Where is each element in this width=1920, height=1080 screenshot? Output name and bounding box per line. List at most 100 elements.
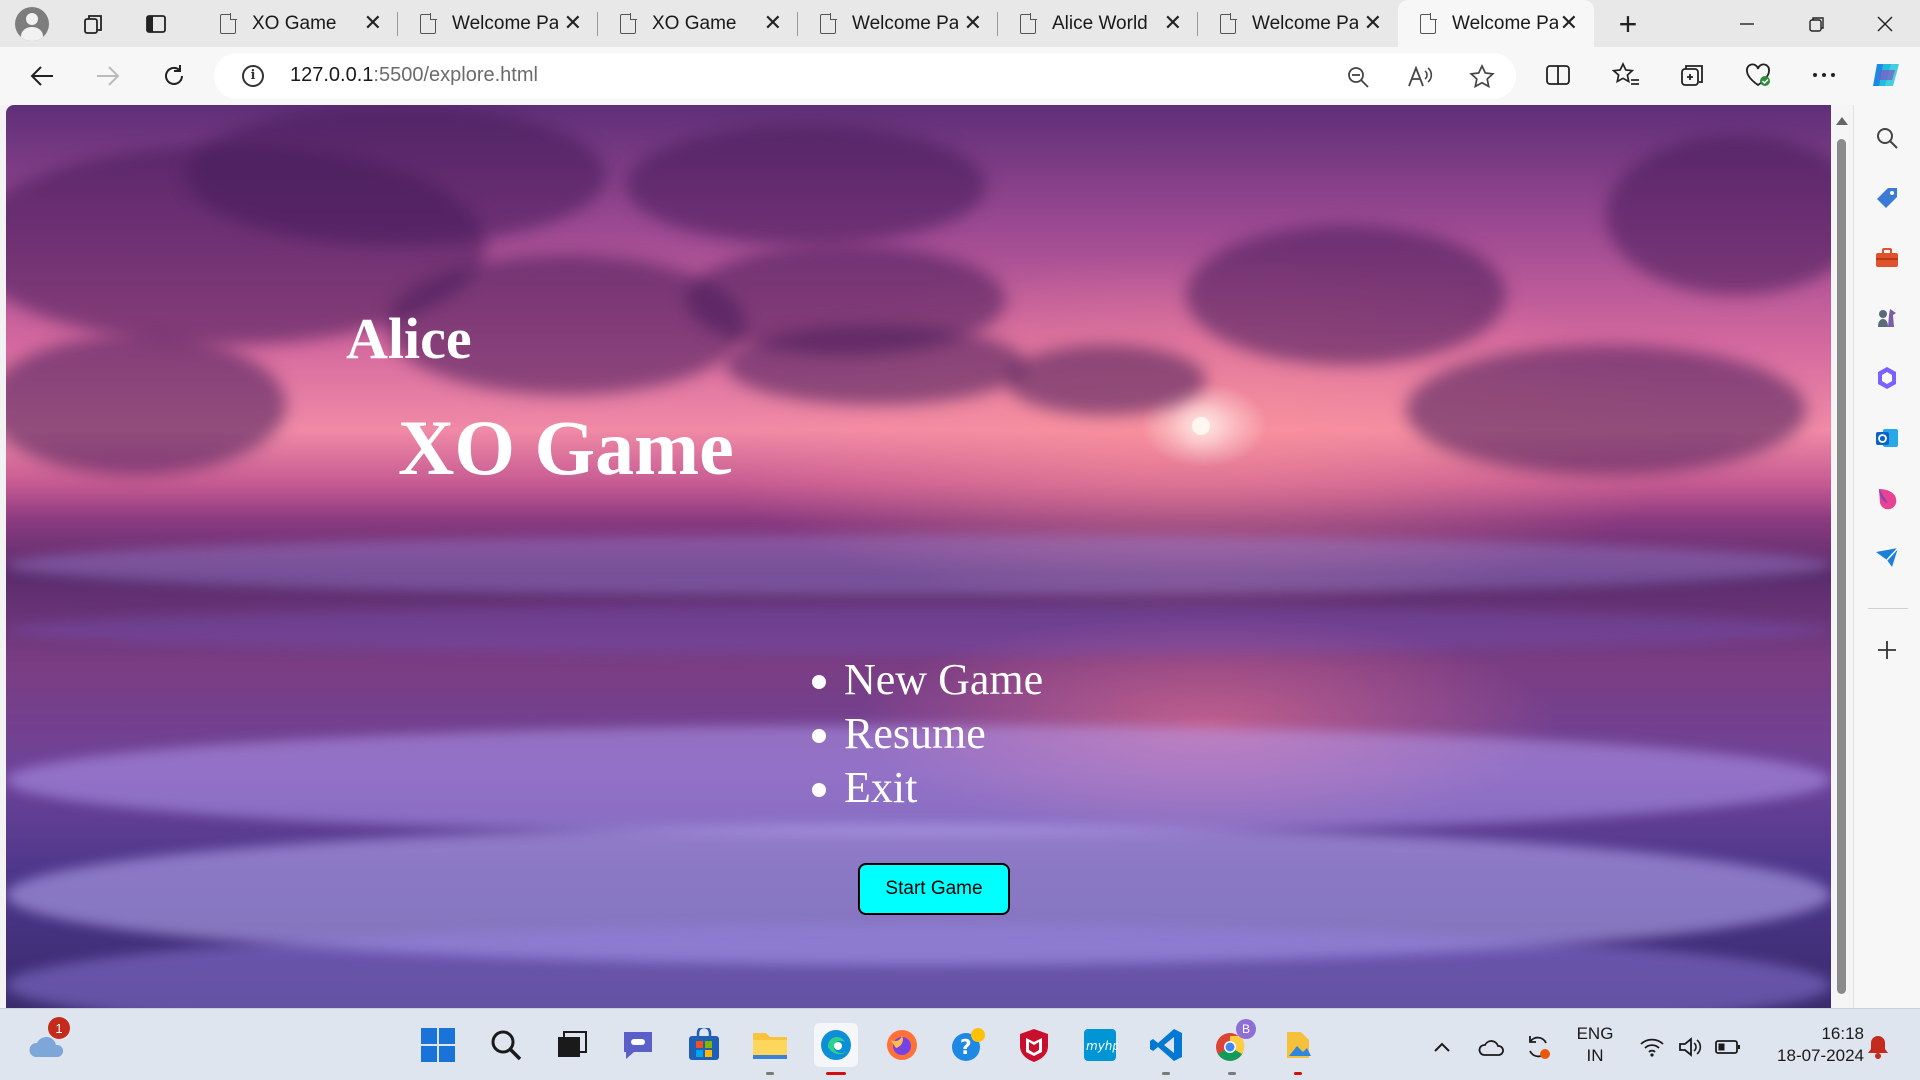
chat-icon[interactable] bbox=[616, 1023, 660, 1067]
close-window-icon[interactable] bbox=[1850, 0, 1920, 47]
language-indicator[interactable]: ENG IN bbox=[1570, 1023, 1620, 1067]
url-text[interactable]: 127.0.0.1:5500/explore.html bbox=[290, 64, 538, 87]
battery-icon[interactable] bbox=[1706, 1025, 1750, 1069]
tab[interactable]: Welcome Page ✕ bbox=[798, 0, 998, 47]
tab-close-icon[interactable]: ✕ bbox=[1364, 12, 1382, 34]
clock-time: 16:18 bbox=[1821, 1024, 1864, 1043]
vertical-scrollbar[interactable] bbox=[1831, 105, 1853, 1008]
minimize-icon[interactable] bbox=[1712, 0, 1782, 47]
vscode-icon[interactable] bbox=[1144, 1023, 1188, 1075]
file-explorer-icon[interactable] bbox=[748, 1023, 792, 1075]
scroll-up-arrow-icon[interactable] bbox=[1836, 117, 1848, 125]
refresh-button[interactable] bbox=[154, 56, 194, 96]
forward-button[interactable] bbox=[88, 56, 128, 96]
restore-icon[interactable] bbox=[1782, 0, 1852, 47]
tab-actions-button[interactable] bbox=[136, 4, 176, 44]
menu-item-resume[interactable]: Resume bbox=[811, 707, 1043, 761]
menu-item-new-game[interactable]: New Game bbox=[811, 653, 1043, 707]
chrome-profile-badge: B bbox=[1236, 1019, 1256, 1039]
chrome-icon[interactable]: B bbox=[1210, 1019, 1256, 1075]
more-options-icon[interactable] bbox=[1804, 55, 1844, 95]
toolbox-icon[interactable] bbox=[1872, 243, 1902, 273]
split-screen-icon[interactable] bbox=[1538, 55, 1578, 95]
mcafee-icon[interactable] bbox=[1012, 1023, 1056, 1067]
help-icon[interactable]: ? bbox=[946, 1023, 990, 1067]
browser-essentials-icon[interactable] bbox=[1738, 55, 1778, 95]
read-aloud-icon[interactable] bbox=[1404, 61, 1436, 93]
tab-title: XO Game bbox=[652, 12, 737, 34]
workspaces-button[interactable] bbox=[74, 4, 114, 44]
running-indicator bbox=[1162, 1072, 1170, 1075]
windows-logo-icon bbox=[421, 1028, 455, 1062]
browser-toolbar: i 127.0.0.1:5500/explore.html bbox=[0, 47, 1920, 105]
address-bar[interactable]: i 127.0.0.1:5500/explore.html bbox=[214, 53, 1516, 99]
site-info-icon[interactable]: i bbox=[242, 65, 264, 87]
page-title: XO Game bbox=[398, 404, 734, 491]
task-view-icon[interactable] bbox=[550, 1023, 594, 1067]
start-game-button[interactable]: Start Game bbox=[858, 863, 1010, 915]
add-icon[interactable] bbox=[1872, 635, 1902, 665]
microsoft-store-icon[interactable] bbox=[682, 1023, 726, 1067]
page-icon bbox=[820, 12, 837, 34]
search-icon[interactable] bbox=[1872, 123, 1902, 153]
photos-icon[interactable] bbox=[1276, 1023, 1320, 1075]
game-menu: New Game Resume Exit bbox=[811, 653, 1043, 815]
page-icon bbox=[420, 12, 437, 34]
url-path: :5500/explore.html bbox=[373, 64, 538, 86]
tab[interactable]: XO Game ✕ bbox=[198, 0, 398, 47]
tab-title: Welcome Page bbox=[452, 12, 558, 34]
back-button[interactable] bbox=[22, 56, 62, 96]
profile-button[interactable] bbox=[12, 4, 52, 44]
active-indicator bbox=[826, 1072, 846, 1075]
show-hidden-icons-icon[interactable] bbox=[1420, 1025, 1464, 1069]
svg-text:?: ? bbox=[960, 1035, 972, 1059]
new-tab-icon[interactable]: + bbox=[1610, 6, 1646, 42]
tab-close-icon[interactable]: ✕ bbox=[764, 12, 782, 34]
favorites-icon[interactable] bbox=[1606, 55, 1646, 95]
weather-icon[interactable]: 1 bbox=[26, 1017, 70, 1067]
tab[interactable]: Welcome Page ✕ bbox=[1198, 0, 1398, 47]
tab-close-icon[interactable]: ✕ bbox=[964, 12, 982, 34]
refresh-icon bbox=[165, 65, 183, 85]
taskbar-search-icon[interactable] bbox=[484, 1023, 528, 1067]
edge-taskbar-icon[interactable] bbox=[814, 1023, 858, 1075]
tab[interactable]: XO Game ✕ bbox=[598, 0, 798, 47]
myhp-icon[interactable]: myhp bbox=[1078, 1023, 1122, 1067]
sidebar-divider bbox=[1868, 608, 1908, 609]
region-code: IN bbox=[1586, 1046, 1604, 1065]
running-indicator bbox=[1228, 1072, 1236, 1075]
tab-close-icon[interactable]: ✕ bbox=[364, 12, 382, 34]
menu-item-exit[interactable]: Exit bbox=[811, 761, 1043, 815]
send-icon[interactable] bbox=[1872, 543, 1902, 573]
scrollbar-thumb[interactable] bbox=[1837, 139, 1846, 994]
drop-icon[interactable] bbox=[1872, 483, 1902, 513]
tab[interactable]: Alice World ✕ bbox=[998, 0, 1198, 47]
collections-icon[interactable] bbox=[1672, 55, 1712, 95]
tab-title: Welcome Page bbox=[1252, 12, 1358, 34]
tag-icon[interactable] bbox=[1872, 183, 1902, 213]
page-icon bbox=[620, 12, 637, 34]
onedrive-icon[interactable] bbox=[1470, 1025, 1514, 1069]
copilot-icon[interactable] bbox=[1866, 55, 1906, 95]
tab-title: Welcome Page bbox=[852, 12, 958, 34]
page-icon bbox=[1420, 12, 1437, 34]
start-button[interactable] bbox=[416, 1023, 460, 1067]
outlook-icon[interactable] bbox=[1872, 423, 1902, 453]
notification-bell-icon[interactable] bbox=[1856, 1025, 1900, 1069]
tab[interactable]: Welcome Page ✕ bbox=[398, 0, 598, 47]
profile-icon bbox=[15, 7, 49, 41]
firefox-icon[interactable] bbox=[880, 1023, 924, 1067]
copilot-sidebar-icon[interactable] bbox=[1872, 363, 1902, 393]
tab-active[interactable]: Welcome Page ✕ bbox=[1398, 0, 1594, 47]
page-viewport: Alice XO Game New Game Resume Exit Start… bbox=[6, 105, 1831, 1008]
workspaces-icon bbox=[84, 15, 102, 34]
tab-close-icon[interactable]: ✕ bbox=[1560, 12, 1578, 34]
forward-arrow-icon bbox=[97, 66, 120, 86]
zoom-out-icon[interactable] bbox=[1342, 61, 1374, 93]
sync-icon[interactable] bbox=[1516, 1025, 1560, 1069]
tab-close-icon[interactable]: ✕ bbox=[1164, 12, 1182, 34]
tab-close-icon[interactable]: ✕ bbox=[564, 12, 582, 34]
clock[interactable]: 16:18 18-07-2024 bbox=[1754, 1023, 1864, 1067]
chess-icon[interactable] bbox=[1872, 303, 1902, 333]
favorite-star-icon[interactable] bbox=[1466, 61, 1498, 93]
